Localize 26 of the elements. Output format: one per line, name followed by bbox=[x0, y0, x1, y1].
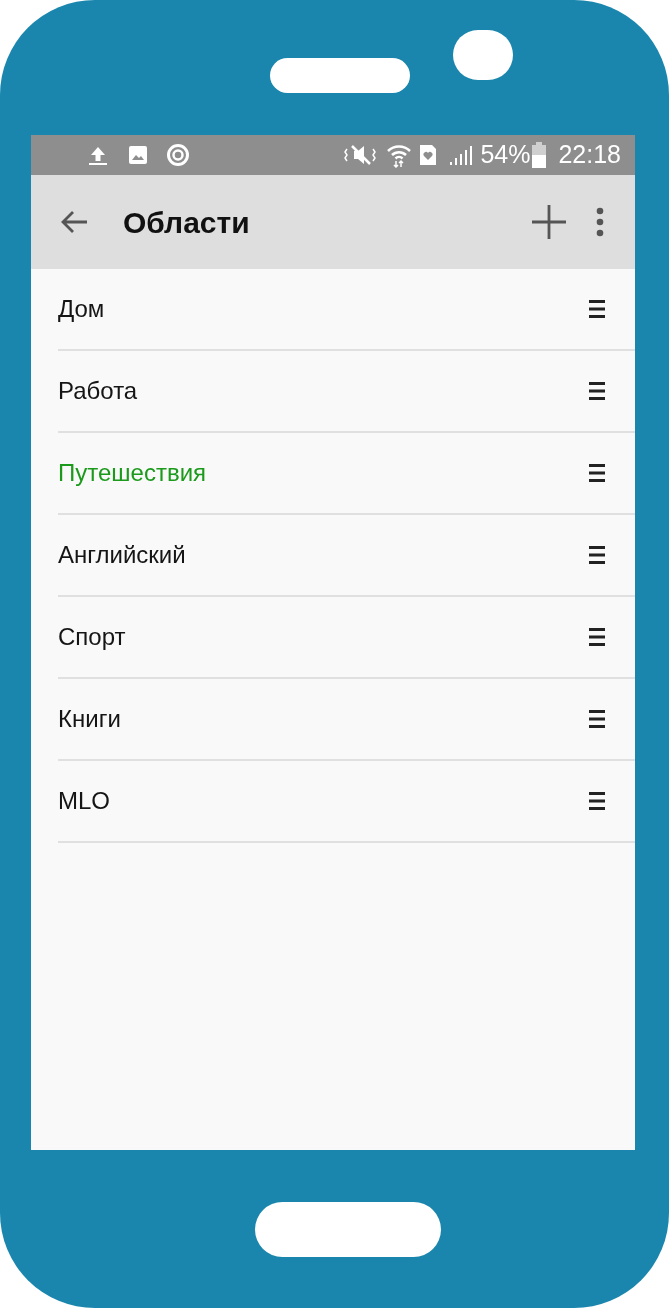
signal-icon bbox=[448, 144, 473, 166]
more-options-icon[interactable] bbox=[595, 207, 605, 237]
drag-handle-icon[interactable] bbox=[589, 792, 605, 810]
area-item[interactable]: Английский bbox=[58, 537, 589, 573]
drag-handle-icon[interactable] bbox=[589, 628, 605, 646]
area-item[interactable]: MLO bbox=[58, 783, 589, 819]
drag-handle-icon[interactable] bbox=[589, 710, 605, 728]
drag-handle-icon[interactable] bbox=[589, 464, 605, 482]
mute-icon bbox=[344, 144, 377, 166]
image-icon bbox=[127, 144, 149, 166]
wifi-icon bbox=[386, 142, 413, 168]
sim-card-icon bbox=[418, 143, 439, 167]
area-item[interactable]: Работа bbox=[58, 373, 589, 409]
drag-handle-icon[interactable] bbox=[589, 546, 605, 564]
battery-icon bbox=[532, 142, 547, 168]
drag-handle-icon[interactable] bbox=[589, 382, 605, 400]
area-item[interactable]: Дом bbox=[58, 291, 589, 327]
drag-handle-icon[interactable] bbox=[589, 300, 605, 318]
clock: 22:18 bbox=[558, 139, 621, 171]
battery-percentage: 54% bbox=[480, 139, 531, 171]
area-item[interactable]: Спорт bbox=[58, 619, 589, 655]
sync-icon bbox=[166, 143, 190, 167]
area-item[interactable]: Путешествия bbox=[58, 455, 589, 491]
screen-title: Области bbox=[123, 204, 250, 241]
camera bbox=[453, 30, 513, 80]
area-item[interactable]: Книги bbox=[58, 701, 589, 737]
